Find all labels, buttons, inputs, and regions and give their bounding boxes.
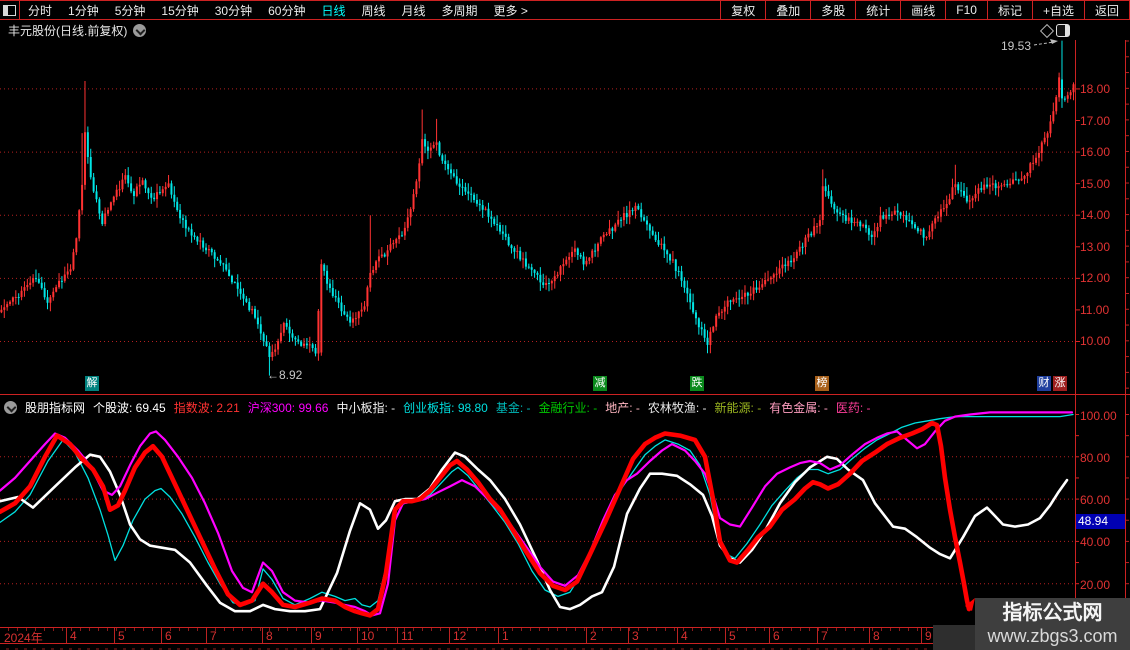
indicator-header: 股朋指标网 个股波: 69.45 指数波: 2.21 沪深300: 99.66 中小板… [4,399,1074,415]
month-separator [262,628,263,643]
month-separator [114,628,115,643]
price-tick-label: 18.00 [1080,82,1124,96]
indicator-legend-有色金属: 有色金属: - [769,399,828,415]
indicator-line-沪深300 [0,412,1072,615]
candles-up-wicks [1,73,1073,361]
indicator-legend-中小板指: 中小板指: - [336,399,395,415]
high-price-annotation: 19.53 [1001,39,1031,53]
app-window: 分时1分钟5分钟15分钟30分钟60分钟日线周线月线多周期更多 > 复权叠加多股… [0,0,1130,650]
month-separator [921,628,922,643]
watermark: 指标公式网 www.zbgs3.com [975,598,1130,650]
month-separator [66,628,67,643]
indicator-line-指数波 [0,423,969,615]
month-label-10: 10 [361,629,374,643]
candles-up-bodies [0,77,1074,357]
candles-down-bodies [18,80,1066,358]
tag-badge-财[interactable]: 财 [1037,376,1051,391]
month-label-3: 3 [632,629,639,643]
month-separator [869,628,870,643]
page-title: 丰元股份(日线.前复权) [8,22,127,39]
tag-badge-减[interactable]: 减 [593,376,607,391]
price-tick-label: 16.00 [1080,145,1124,159]
indicator-tick-label: 20.00 [1080,578,1124,592]
month-separator [586,628,587,643]
indicator-legend-沪深300: 沪深300: 99.66 [248,399,329,415]
indicator-legend-地产: 地产: - [605,399,640,415]
month-label-8: 8 [873,629,880,643]
month-label-12: 12 [453,629,466,643]
month-separator [161,628,162,643]
month-separator [311,628,312,643]
month-separator [817,628,818,643]
low-price-annotation: ←8.92 [267,368,302,382]
month-label-7: 7 [210,629,217,643]
title-dropdown-icon[interactable] [133,24,146,37]
watermark-title: 指标公式网 [1003,601,1103,625]
month-label-9: 9 [925,629,932,643]
tag-badge-涨[interactable]: 涨 [1053,376,1067,391]
indicator-tick-label: 40.00 [1080,535,1124,549]
title-bar: 丰元股份(日线.前复权) [8,22,146,38]
indicator-tick-label: 100.00 [1080,409,1124,423]
chart-canvas[interactable] [0,0,1130,650]
panel-layout-icon[interactable] [1056,24,1070,37]
indicator-legend-农林牧渔: 农林牧渔: - [648,399,707,415]
price-tick-label: 14.00 [1080,208,1124,222]
indicator-legend-新能源: 新能源: - [715,399,762,415]
indicator-dropdown-icon[interactable] [4,401,17,414]
indicator-value-badge: 48.94 [1076,514,1125,529]
price-tick-label: 11.00 [1080,303,1124,317]
month-separator [206,628,207,643]
month-label-11: 11 [401,629,413,643]
month-separator [357,628,358,643]
price-tick-label: 12.00 [1080,271,1124,285]
indicator-legend-指数波: 指数波: 2.21 [174,399,240,415]
month-label-4: 4 [681,629,688,643]
price-tick-label: 17.00 [1080,114,1124,128]
month-label-7: 7 [821,629,828,643]
price-tick-label: 13.00 [1080,240,1124,254]
indicator-tick-label: 60.00 [1080,493,1124,507]
month-separator [769,628,770,643]
month-label-5: 5 [118,629,125,643]
month-label-9: 9 [315,629,322,643]
indicator-source: 股朋指标网 [25,399,85,415]
indicator-legend-个股波: 个股波: 69.45 [93,399,166,415]
month-label-5: 5 [729,629,736,643]
high-annotation-arrowhead [1050,39,1058,44]
month-separator [725,628,726,643]
price-tick-label: 10.00 [1080,334,1124,348]
indicator-line-个股波 [0,453,1067,612]
month-label-2: 2 [590,629,597,643]
month-separator [628,628,629,643]
indicator-legend-基金: 基金: - [496,399,531,415]
month-label-8: 8 [266,629,273,643]
month-label-6: 6 [165,629,172,643]
candles-down-wicks [19,41,1065,376]
tag-badge-解[interactable]: 解 [85,376,99,391]
watermark-shadow-box [933,625,975,650]
month-label-6: 6 [773,629,780,643]
tag-badge-榜[interactable]: 榜 [815,376,829,391]
indicator-legend-医药: 医药: - [836,399,871,415]
tag-badge-跌[interactable]: 跌 [690,376,704,391]
month-label-4: 4 [70,629,77,643]
indicator-legend-创业板指: 创业板指: 98.80 [403,399,488,415]
indicator-tick-label: 80.00 [1080,451,1124,465]
indicator-legend-金融行业: 金融行业: - [539,399,598,415]
month-separator [498,628,499,643]
price-tick-label: 15.00 [1080,177,1124,191]
watermark-url: www.zbgs3.com [987,625,1117,647]
month-separator [397,628,398,643]
high-annotation-arrow [1034,42,1054,45]
month-separator [677,628,678,643]
month-separator [449,628,450,643]
month-label-1: 1 [502,629,509,643]
